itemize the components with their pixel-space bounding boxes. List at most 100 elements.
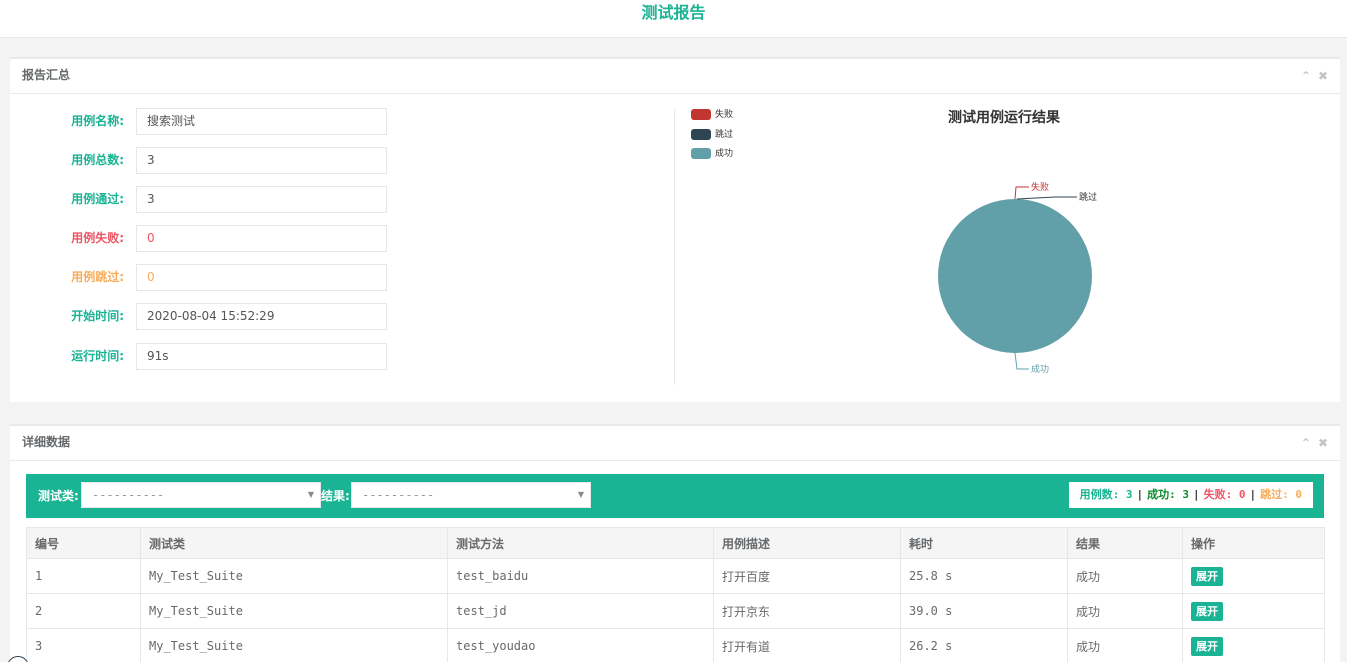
table-row: 1 My_Test_Suite test_baidu 打开百度 25.8 s 成… [26, 558, 1325, 594]
chevron-up-icon[interactable]: ⌃ [1301, 436, 1311, 450]
stats-summary: 用例数: 3 | 成功: 3 | 失败: 0 | 跳过: 0 [1068, 482, 1313, 508]
expand-button[interactable]: 展开 [1191, 636, 1223, 656]
legend-swatch [691, 109, 711, 120]
stat-separator: | [1249, 488, 1257, 501]
field-label: 用例失败: [71, 231, 124, 245]
case-name-field[interactable]: 搜索测试 [136, 108, 387, 135]
field-label: 用例跳过: [71, 270, 124, 284]
cell-method: test_jd [447, 593, 714, 629]
cell-time: 26.2 s [900, 628, 1068, 662]
start-time-field[interactable]: 2020-08-04 15:52:29 [136, 303, 387, 330]
failed-count-field[interactable]: 0 [136, 225, 387, 252]
cell-desc: 打开有道 [713, 628, 901, 662]
vertical-divider [674, 109, 675, 385]
detail-panel-title: 详细数据 [22, 435, 71, 449]
cell-id: 2 [26, 593, 141, 629]
summary-panel-tools: ⌃ ✖ [1294, 59, 1328, 94]
results-table: 编号 测试类 测试方法 用例描述 耗时 结果 操作 1 My_Test_Suit… [26, 527, 1325, 662]
class-filter-select[interactable]: ---------- ▼ [81, 482, 321, 508]
stat-separator: | [1193, 488, 1200, 501]
column-header-result: 结果 [1067, 527, 1183, 559]
caret-down-icon: ▼ [307, 490, 314, 499]
stat-skip: 跳过: 0 [1260, 488, 1302, 501]
stat-total: 用例数: 3 [1079, 488, 1133, 501]
expand-button[interactable]: 展开 [1191, 601, 1223, 621]
skipped-count-field[interactable]: 0 [136, 264, 387, 291]
cell-class: My_Test_Suite [140, 593, 448, 629]
cell-method: test_baidu [447, 558, 714, 594]
passed-count-field[interactable]: 3 [136, 186, 387, 213]
cell-class: My_Test_Suite [140, 628, 448, 662]
result-filter-value: ---------- [362, 488, 435, 502]
legend-label: 跳过 [715, 129, 734, 140]
close-icon[interactable]: ✖ [1318, 436, 1328, 450]
slice-label-2: 成功 [1031, 363, 1049, 375]
detail-panel: 详细数据 ⌃ ✖ 测试类: ---------- ▼ 结果: ----------… [10, 424, 1340, 662]
stat-pass: 成功: 3 [1147, 488, 1189, 501]
field-label: 运行时间: [71, 349, 124, 363]
cell-desc: 打开百度 [713, 558, 901, 594]
detail-panel-header: 详细数据 ⌃ ✖ [10, 426, 1340, 461]
chart-legend: 失败 跳过 成功 [691, 109, 733, 168]
detail-panel-tools: ⌃ ✖ [1294, 426, 1328, 461]
header-bar: 测试报告 [0, 0, 1347, 38]
legend-swatch [691, 128, 711, 140]
cell-time: 39.0 s [900, 593, 1068, 629]
field-label: 开始时间: [71, 309, 124, 323]
cell-time: 25.8 s [900, 558, 1068, 594]
cell-action: 展开 [1182, 593, 1325, 629]
table-row: 3 My_Test_Suite test_youdao 打开有道 26.2 s … [26, 628, 1325, 662]
expand-button[interactable]: 展开 [1191, 566, 1223, 586]
cell-id: 3 [26, 628, 141, 662]
stat-separator: | [1136, 488, 1144, 501]
cell-result: 成功 [1067, 628, 1183, 662]
summary-panel-header: 报告汇总 ⌃ ✖ [10, 59, 1340, 94]
legend-item-pass[interactable]: 成功 [691, 148, 733, 168]
column-header-method: 测试方法 [447, 527, 714, 559]
column-header-id: 编号 [26, 527, 141, 559]
caret-down-icon: ▼ [577, 490, 584, 499]
table-row: 2 My_Test_Suite test_jd 打开京东 39.0 s 成功 展… [26, 593, 1325, 629]
slice-label-0: 失败 [1031, 181, 1049, 193]
field-label: 用例名称: [71, 114, 124, 128]
column-header-time: 耗时 [900, 527, 1068, 559]
total-count-field[interactable]: 3 [136, 147, 387, 174]
cell-class: My_Test_Suite [140, 558, 448, 594]
legend-item-fail[interactable]: 失败 [691, 109, 733, 129]
chart-title: 测试用例运行结果 [948, 110, 1060, 126]
cell-id: 1 [26, 558, 141, 594]
cell-result: 成功 [1067, 593, 1183, 629]
page-title: 测试报告 [641, 3, 706, 22]
slice-label-1: 跳过 [1079, 191, 1097, 203]
result-filter-label: 结果: [321, 489, 350, 503]
result-filter-select[interactable]: ---------- ▼ [351, 482, 591, 508]
cell-action: 展开 [1182, 628, 1325, 662]
cell-result: 成功 [1067, 558, 1183, 594]
run-time-field[interactable]: 91s [136, 343, 387, 370]
filter-bar: 测试类: ---------- ▼ 结果: ---------- ▼ 用例数: … [26, 474, 1324, 518]
legend-item-skip[interactable]: 跳过 [691, 128, 734, 149]
field-label: 用例总数: [71, 153, 124, 167]
legend-label: 失败 [715, 110, 734, 120]
label-line-0 [1014, 186, 1029, 200]
pie-slice-2[interactable] [938, 199, 1092, 353]
cell-desc: 打开京东 [713, 593, 901, 629]
column-header-class: 测试类 [140, 527, 448, 559]
pie-chart: 失败跳过成功 [938, 181, 1097, 375]
stat-fail: 失败: 0 [1203, 488, 1246, 501]
cell-action: 展开 [1182, 558, 1325, 594]
class-filter-label: 测试类: [38, 489, 79, 503]
legend-swatch [691, 148, 711, 159]
summary-panel: 报告汇总 ⌃ ✖ 用例名称: 搜索测试 用例总数: 3 用例通过: 3 用例失败:… [10, 57, 1340, 402]
cell-method: test_youdao [447, 628, 714, 662]
label-line-2 [1014, 352, 1029, 370]
table-header-row: 编号 测试类 测试方法 用例描述 耗时 结果 操作 [26, 527, 1325, 559]
legend-label: 成功 [715, 149, 734, 159]
close-icon[interactable]: ✖ [1318, 69, 1328, 83]
column-header-desc: 用例描述 [713, 527, 901, 559]
chevron-up-icon[interactable]: ⌃ [1301, 69, 1311, 83]
class-filter-value: ---------- [92, 488, 165, 502]
field-label: 用例通过: [71, 192, 124, 206]
column-header-action: 操作 [1182, 527, 1325, 559]
label-line-1 [1016, 196, 1077, 200]
